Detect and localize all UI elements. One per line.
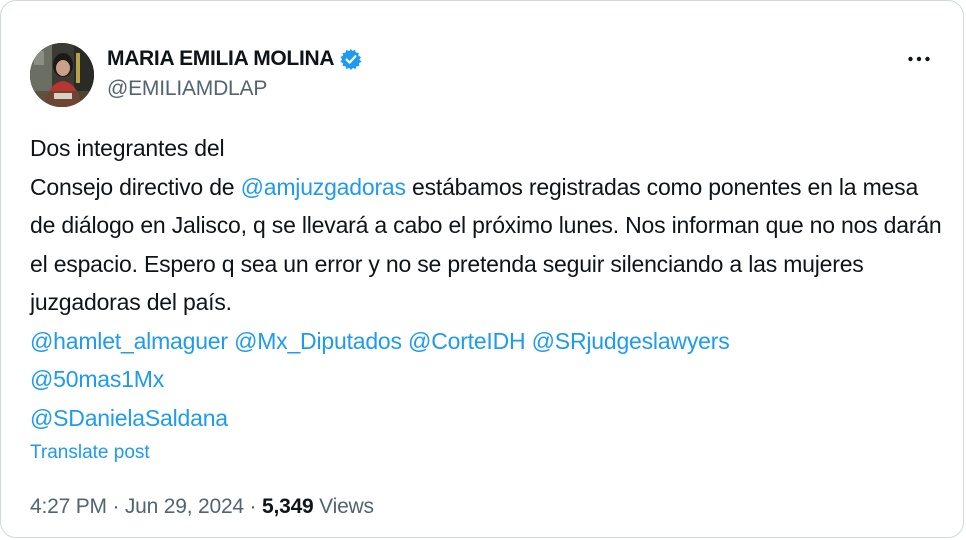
meta-separator: · xyxy=(243,495,262,518)
name-row: MARIA EMILIA MOLINA xyxy=(107,45,363,73)
meta-separator: · xyxy=(106,495,125,518)
more-options-icon xyxy=(908,56,930,62)
avatar[interactable] xyxy=(30,43,94,107)
post-text: Dos integrantes del Consejo directivo de… xyxy=(30,129,945,437)
mention-amjuzgadoras-link[interactable]: @amjuzgadoras xyxy=(241,174,406,200)
post-text-segment: Consejo directivo de xyxy=(30,173,241,200)
mention-diputados-link[interactable]: @Mx_Diputados xyxy=(234,328,402,354)
views-label: Views xyxy=(313,495,374,518)
post-card: MARIA EMILIA MOLINA @EMILIAMDLAP Dos int… xyxy=(0,0,964,538)
post-text-line1: Dos integrantes del xyxy=(30,135,225,161)
verified-badge-icon[interactable] xyxy=(339,47,363,71)
mention-hamlet-link[interactable]: @hamlet_almaguer xyxy=(30,328,228,354)
post-time-link[interactable]: 4:27 PM xyxy=(30,495,107,518)
post-date-link[interactable]: Jun 29, 2024 xyxy=(125,495,244,518)
mention-srjudges-link[interactable]: @SRjudgeslawyers xyxy=(532,328,730,354)
mention-saldana-link[interactable]: @SDanielaSaldana xyxy=(30,405,228,431)
author-handle[interactable]: @EMILIAMDLAP xyxy=(107,77,363,101)
more-options-button[interactable] xyxy=(905,47,933,71)
mention-corteidh-link[interactable]: @CorteIDH xyxy=(408,328,526,354)
post-meta: 4:27 PM · Jun 29, 2024 · 5,349 Views xyxy=(30,495,374,519)
author-display-name[interactable]: MARIA EMILIA MOLINA xyxy=(107,47,335,71)
author-block: MARIA EMILIA MOLINA @EMILIAMDLAP xyxy=(107,45,363,101)
avatar-photo xyxy=(30,43,94,107)
mention-50mas1-link[interactable]: @50mas1Mx xyxy=(30,366,164,392)
views-count[interactable]: 5,349 xyxy=(262,495,314,518)
translate-post-link[interactable]: Translate post xyxy=(30,442,150,464)
